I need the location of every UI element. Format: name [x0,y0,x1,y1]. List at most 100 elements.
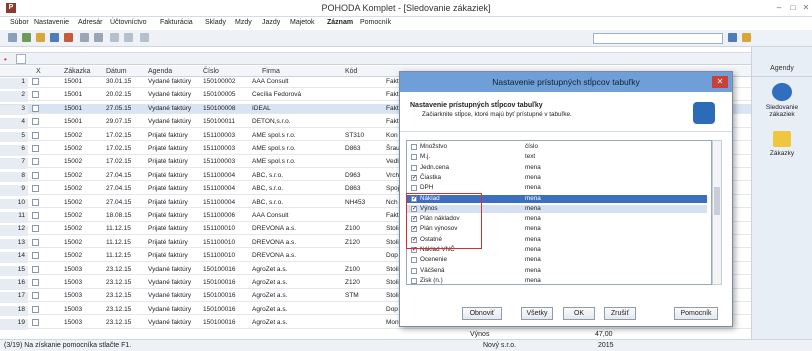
folder-icon[interactable] [742,33,751,42]
cell-a: Prijaté faktúry [148,131,188,139]
col-x[interactable]: X [36,68,41,75]
column-checkbox[interactable]: ✓ [411,174,417,181]
close-button[interactable]: ✕ [799,2,812,14]
cell-z: 15003 [64,279,83,286]
column-item[interactable]: M.j. text [407,153,707,162]
cancel-icon[interactable] [124,33,133,42]
ok-button[interactable]: OK [563,307,595,320]
column-item[interactable]: DPH mena [407,184,707,193]
cell-d: 11.12.15 [106,238,131,246]
agendy-item-zakazky[interactable]: Zákazky [756,150,808,157]
column-checkbox[interactable] [411,164,417,171]
menu-adresar[interactable]: Adresár [78,19,103,26]
row-checkbox[interactable] [32,305,39,313]
col-agenda[interactable]: Agenda [148,68,172,75]
row-checkbox[interactable] [32,91,39,99]
dialog-subheading: Začiarknite stĺpce, ktoré majú byť príst… [422,111,572,118]
row-checkbox[interactable] [32,279,39,286]
list-scrollbar[interactable] [712,140,722,285]
agendy-item-sledovanie[interactable]: Sledovanie zákaziek [756,104,808,118]
menu-pomocnik[interactable]: Pomocník [360,19,391,26]
menu-nastavenie[interactable]: Nastavenie [34,19,69,26]
column-checkbox[interactable] [411,185,417,192]
row-checkbox[interactable] [32,104,39,112]
col-datum[interactable]: Dátum [106,68,127,75]
menu-sklady[interactable]: Sklady [205,19,226,26]
row-checkbox[interactable] [32,185,39,193]
open-icon[interactable] [8,33,17,42]
cell-d: 18.08.15 [106,212,132,219]
row-checkbox[interactable] [32,292,39,300]
maximize-button[interactable]: □ [786,2,800,14]
row-checkbox[interactable] [32,171,39,179]
menu-majetok[interactable]: Majetok [290,19,315,26]
col-kod[interactable]: Kód [345,68,357,75]
row-checkbox[interactable] [32,252,39,260]
print-icon[interactable] [80,33,89,42]
search-input[interactable] [593,33,723,44]
column-name: Ocenenie [420,256,447,264]
menu-subor[interactable]: Súbor [10,19,29,26]
row-checkbox[interactable] [32,118,39,126]
column-type: mena [525,173,541,181]
cell-d: 23.12.15 [106,305,132,313]
dialog-title: Nastavenie prístupných stĺpcov tabuľky [400,72,732,92]
summary-vynos: Výnos [470,331,490,338]
column-item[interactable]: ✓ Čiastka mena [407,174,707,183]
column-checkbox[interactable] [411,154,417,161]
edit-icon[interactable] [36,33,45,42]
column-item[interactable]: Množstvo číslo [407,143,707,152]
cell-e: Fakt [386,104,399,112]
copy-icon[interactable] [50,33,59,42]
row-checkbox[interactable] [32,131,39,139]
new-icon[interactable] [22,33,31,42]
save-icon[interactable] [110,33,119,42]
column-checkbox[interactable] [411,257,417,264]
row-checkbox[interactable] [32,238,39,246]
row-checkbox[interactable] [32,319,39,327]
row-checkbox[interactable] [32,145,39,152]
star-icon[interactable]: • [4,55,12,64]
column-item[interactable]: Zisk (n.) mena [407,276,707,284]
menu-fakturacia[interactable]: Fakturácia [160,19,193,26]
col-zakazka[interactable]: Zákazka [64,68,90,75]
column-item[interactable]: Väčšená mena [407,267,707,276]
cell-f: AgroZet a.s. [252,279,288,286]
minimize-button[interactable]: – [772,2,786,14]
row-checkbox[interactable] [32,78,39,85]
column-item[interactable]: Jedn.cena mena [407,164,707,173]
row-checkbox[interactable] [32,265,39,273]
filter-box[interactable] [16,54,26,64]
vsetky-button[interactable]: Všetky [521,307,553,320]
zrusit-button[interactable]: Zrušiť [604,307,636,320]
dialog-close-icon[interactable]: ✕ [712,76,728,88]
sledovanie-icon[interactable] [772,83,792,101]
column-checkbox[interactable] [411,267,417,274]
column-item[interactable]: Ocenenie mena [407,256,707,265]
row-checkbox[interactable] [32,158,39,166]
col-cislo[interactable]: Číslo [203,68,219,75]
cell-e: Fakt [386,212,399,219]
row-checkbox[interactable] [32,198,39,206]
cell-n: 13 [0,238,28,250]
obnovit-button[interactable]: Obnoviť [462,307,502,320]
cell-c: 150100011 [203,118,236,126]
pomocnik-button[interactable]: Pomocník [674,307,718,320]
row-checkbox[interactable] [32,225,39,233]
cell-k: D963 [345,171,361,179]
filter-icon[interactable] [94,33,103,42]
delete-icon[interactable] [64,33,73,42]
scroll-thumb[interactable] [714,187,720,215]
col-firma[interactable]: Firma [262,68,280,75]
sum-icon[interactable] [140,33,149,42]
column-checkbox[interactable] [411,277,417,284]
menu-zaznam[interactable]: Záznam [327,19,353,26]
column-checkbox[interactable] [411,144,417,150]
menu-uctovnictvo[interactable]: Účtovníctvo [110,19,147,26]
menu-jazdy[interactable]: Jazdy [262,19,280,26]
menu-mzdy[interactable]: Mzdy [235,19,252,26]
zakazky-icon[interactable] [773,131,791,147]
find-icon[interactable] [728,33,737,42]
row-checkbox[interactable] [32,212,39,219]
column-name: Zisk (n.) [420,276,443,284]
